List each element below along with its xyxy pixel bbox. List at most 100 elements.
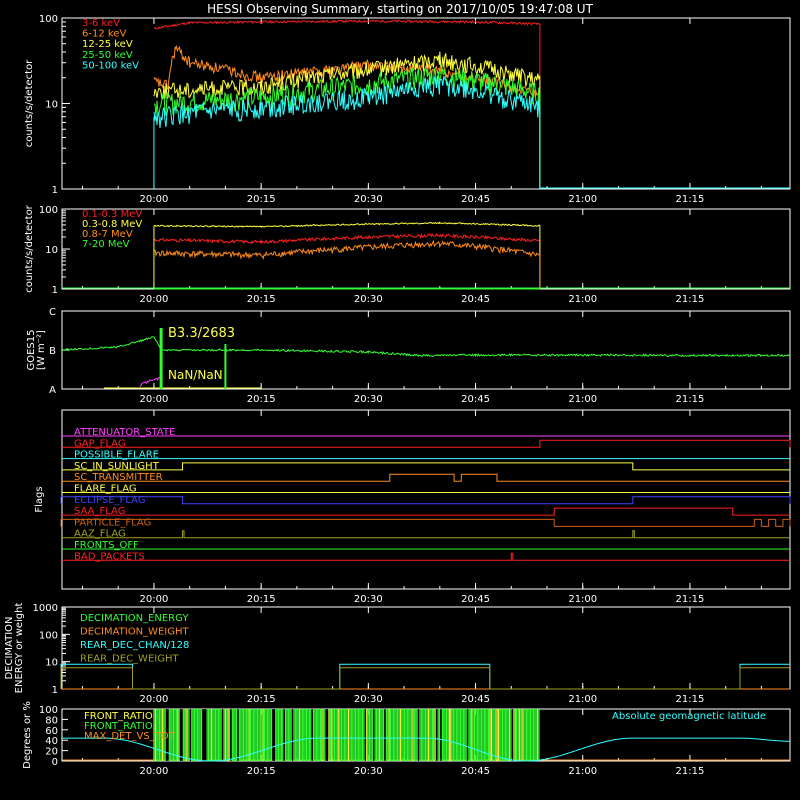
front-legend-entry: 6-12 keV xyxy=(82,29,126,40)
flags-xtick-label: 20:15 xyxy=(247,594,276,605)
front-ytick-label: 1 xyxy=(52,185,58,196)
flag-line xyxy=(60,518,791,527)
ratio-xtick-label: 20:15 xyxy=(247,766,276,777)
ratio-xtick-label: 21:15 xyxy=(676,766,705,777)
ratio-xtick-label: 20:45 xyxy=(461,766,490,777)
goes-ytick-label: A xyxy=(49,385,56,396)
rear-ytick-label: 10 xyxy=(45,245,58,256)
ratio-ytick-label: 40 xyxy=(45,736,58,747)
flags-xtick-label: 20:45 xyxy=(461,594,490,605)
hessi-summary-plot: HESSI Observing Summary, starting on 201… xyxy=(4,2,791,777)
panel-rear-lightcurve: 20:00 20:15 20:30 20:45 21:00 21:15 1 10 100 coun… xyxy=(24,204,791,305)
goes-xtick-label: 20:15 xyxy=(247,394,276,405)
ratio-ylabel: Degrees or % xyxy=(22,701,33,769)
rear-xtick-label: 20:30 xyxy=(354,294,383,305)
goes-ytick-label: B xyxy=(49,346,56,357)
flag-line xyxy=(62,473,790,482)
decim-ytick-label: 1000 xyxy=(33,603,58,614)
front-series-line xyxy=(153,76,541,189)
decim-ylabel-2: ENERGY or weight xyxy=(14,603,25,694)
rear-ylabel: counts/s/detector xyxy=(24,204,35,292)
flags-xtick-label: 20:00 xyxy=(140,594,169,605)
rear-series-line xyxy=(153,232,541,289)
ratio-xtick-label: 20:30 xyxy=(354,766,383,777)
goes-xtick-label: 20:00 xyxy=(140,394,169,405)
ratio-ytick-label: 60 xyxy=(45,726,58,737)
decim-xtick-label: 21:00 xyxy=(568,694,597,705)
decim-legend-entry: REAR_DEC_WEIGHT xyxy=(80,654,179,665)
front-legend-entry: 12-25 keV xyxy=(82,39,133,50)
front-ytick-label: 100 xyxy=(39,14,58,25)
rear-series-line xyxy=(153,239,541,289)
ratio-legend-entry: MAX_DET_VS_TOT xyxy=(84,731,176,742)
decim-xtick-label: 20:15 xyxy=(247,694,276,705)
front-series-line xyxy=(153,51,541,189)
front-xtick-label: 21:15 xyxy=(676,194,705,205)
front-ylabel: counts/s/detector xyxy=(24,59,35,147)
rear-xtick-label: 20:45 xyxy=(461,294,490,305)
decim-legend-entry: DECIMATION_ENERGY xyxy=(80,613,189,624)
goes-xtick-label: 21:00 xyxy=(568,394,597,405)
decim-ytick-label: 100 xyxy=(39,630,58,641)
goes-short-line xyxy=(139,376,161,387)
panel-decimation: 20:00 20:15 20:30 20:45 21:00 21:15 1 10 100 1000… xyxy=(4,603,791,705)
ratio-ytick-label: 0 xyxy=(52,757,58,768)
decim-legend-entry: DECIMATION_WEIGHT xyxy=(80,627,189,638)
decim-ytick-label: 1 xyxy=(52,685,58,696)
flag-line xyxy=(62,530,790,539)
panel-goes: 20:00 20:15 20:30 20:45 21:00 21:15ABCGOES15[… xyxy=(26,307,791,405)
goes-xtick-label: 21:15 xyxy=(676,394,705,405)
flag-line xyxy=(60,496,791,505)
ratio-ytick-label: 100 xyxy=(39,705,58,716)
panel-front-lightcurve: 20:00 20:15 20:30 20:45 21:00 21:15 1 10 100 coun… xyxy=(24,14,791,205)
rear-frame xyxy=(61,208,791,290)
decim-xtick-label: 21:15 xyxy=(676,694,705,705)
rear-ytick-label: 100 xyxy=(39,205,58,216)
goes-annotation-class: B3.3/2683 xyxy=(168,326,235,341)
goes-xtick-label: 20:45 xyxy=(461,394,490,405)
decim-ytick-label: 10 xyxy=(45,658,58,669)
rear-legend-entry: 7-20 MeV xyxy=(82,239,130,250)
goes-xtick-label: 20:30 xyxy=(354,394,383,405)
front-legend-entry: 3-6 keV xyxy=(82,18,120,29)
ratio-ytick-label: 80 xyxy=(45,715,58,726)
rear-ytick-label: 1 xyxy=(52,285,58,296)
flag-line xyxy=(62,439,791,448)
ratio-xtick-label: 21:00 xyxy=(568,766,597,777)
rear-series-line xyxy=(153,221,541,289)
front-xtick-label: 20:15 xyxy=(247,194,276,205)
decim-series-line xyxy=(60,667,790,690)
rear-xtick-label: 20:00 xyxy=(140,294,169,305)
front-xtick-label: 20:45 xyxy=(461,194,490,205)
decim-xtick-label: 20:45 xyxy=(461,694,490,705)
flag-line xyxy=(62,507,790,516)
front-xtick-label: 20:00 xyxy=(140,194,169,205)
flag-line xyxy=(62,552,790,561)
ratio-ytick-label: 20 xyxy=(45,747,58,758)
plot-title: HESSI Observing Summary, starting on 201… xyxy=(207,2,593,16)
goes-ylabel-units: [W m⁻²] xyxy=(36,330,47,370)
panels: 20:00 20:15 20:30 20:45 21:00 21:15110100coun… xyxy=(4,14,791,777)
rear-xtick-label: 20:15 xyxy=(247,294,276,305)
rear-xtick-label: 21:00 xyxy=(568,294,597,305)
front-series-line xyxy=(153,44,541,189)
front-legend-entry: 25-50 keV xyxy=(82,50,133,61)
front-xtick-label: 21:00 xyxy=(568,194,597,205)
flags-xtick-label: 21:15 xyxy=(676,594,705,605)
front-ytick-label: 10 xyxy=(45,100,58,111)
front-legend-entry: 50-100 keV xyxy=(82,60,139,71)
flags-ylabel: Flags xyxy=(34,486,45,512)
panel-flags: 20:00 20:15 20:30 20:45 21:00 21:15FlagsATTEN… xyxy=(34,409,791,605)
panel-ratios: 20:00 20:15 20:30 20:45 21:00 21:15 0204060801… xyxy=(22,701,791,777)
flag-line xyxy=(62,462,790,471)
goes-annotation-nan: NaN/NaN xyxy=(168,368,223,382)
decim-xtick-label: 20:30 xyxy=(354,694,383,705)
front-xtick-label: 20:30 xyxy=(354,194,383,205)
flags-xtick-label: 21:00 xyxy=(568,594,597,605)
ratio-xtick-label: 20:00 xyxy=(140,766,169,777)
rear-xtick-label: 21:15 xyxy=(676,294,705,305)
decim-legend-entry: REAR_DEC_CHAN/128 xyxy=(80,640,189,651)
ratio-annotation: Absolute geomagnetic latitude xyxy=(612,711,766,722)
decim-xtick-label: 20:00 xyxy=(140,694,169,705)
goes-ytick-label: C xyxy=(49,307,56,318)
